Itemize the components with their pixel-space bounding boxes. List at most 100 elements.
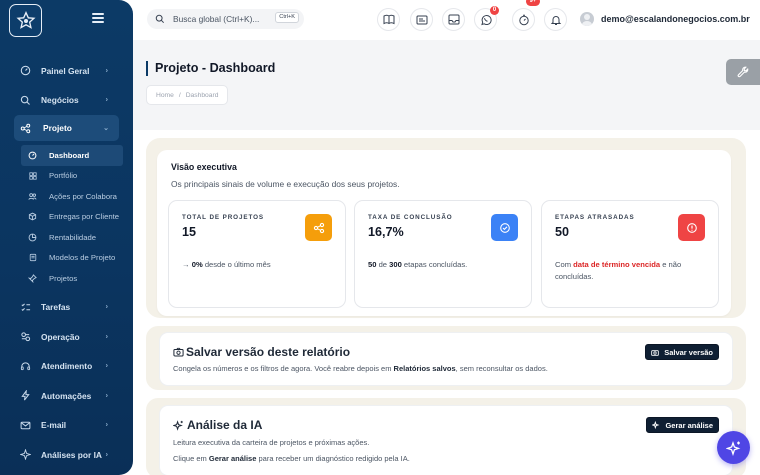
chevron-right-icon: ›	[105, 303, 108, 311]
whatsapp-badge: 0	[490, 6, 499, 15]
operation-icon	[20, 331, 31, 342]
sidebar-subitem-rentabilidade[interactable]: Rentabilidade	[21, 227, 123, 248]
kpi-note-bold: 300	[389, 260, 402, 269]
sidebar-subitem-dashboard[interactable]: Dashboard	[21, 145, 123, 166]
sidebar-item-painel-geral[interactable]: Painel Geral ›	[0, 56, 133, 86]
saved-reports-link[interactable]: Relatórios salvos	[394, 364, 456, 373]
sidebar-subitem-label: Portfólio	[49, 171, 78, 181]
sidebar-item-tarefas[interactable]: Tarefas ›	[0, 293, 133, 323]
kpi-note-text: desde o último mês	[202, 260, 271, 269]
search-shortcut-badge: Ctrl+K	[275, 12, 299, 23]
chevron-right-icon: ›	[105, 362, 108, 370]
sidebar-item-label: Projeto	[43, 123, 72, 133]
kpi-note-highlight: data de término vencida	[573, 260, 661, 269]
trend-arrow-icon: →	[182, 260, 192, 269]
chevron-right-icon: ›	[105, 392, 108, 400]
breadcrumb-home[interactable]: Home	[156, 92, 174, 99]
kpi-card-total-projetos: TOTAL DE PROJETOS 15 → 0% desde o último…	[168, 200, 346, 308]
sparkle-icon	[173, 419, 183, 431]
alert-icon	[678, 214, 705, 241]
logo[interactable]	[9, 4, 42, 37]
kpi-label: ETAPAS ATRASADAS	[555, 214, 635, 221]
sidebar-item-email[interactable]: E-mail ›	[0, 411, 133, 441]
sidebar-item-label: Painel Geral	[41, 65, 90, 76]
inbox-icon	[448, 14, 459, 25]
box-icon	[28, 212, 37, 221]
sidebar-item-operacao[interactable]: Operação ›	[0, 322, 133, 352]
user-menu[interactable]: demo@escalandonegocios.com.br	[580, 12, 750, 26]
desc-text: para receber um diagnóstico redigido pel…	[256, 454, 410, 463]
sidebar-item-automacoes[interactable]: Automações ›	[0, 381, 133, 411]
topbar: Busca global (Ctrl+K)... Ctrl+K 0 9+ dem…	[133, 0, 760, 40]
generate-analysis-button-label: Gerar análise	[665, 420, 713, 430]
sidebar-subitem-portfolio[interactable]: Portfólio	[21, 166, 123, 187]
kpi-note-text: etapas concluídas.	[401, 260, 468, 269]
executive-card: Visão executiva Os principais sinais de …	[157, 150, 731, 316]
global-search-input[interactable]: Busca global (Ctrl+K)... Ctrl+K	[147, 9, 304, 29]
sidebar-item-analises-ia[interactable]: Análises por IA ›	[0, 440, 133, 470]
sidebar-subitem-modelos[interactable]: Modelos de Projeto	[21, 248, 123, 269]
kpi-note-text: Com	[555, 260, 574, 269]
chevron-right-icon: ›	[105, 451, 108, 459]
sidebar-subitem-acoes[interactable]: Ações por Colabora	[21, 186, 123, 207]
sparkle-icon	[20, 449, 31, 461]
share-nodes-icon	[20, 123, 31, 134]
book-button[interactable]	[377, 8, 400, 31]
sidebar-nav-bottom: Tarefas › Operação › Atendimento › Autom…	[0, 293, 133, 470]
search-placeholder: Busca global (Ctrl+K)...	[173, 14, 260, 24]
save-version-button[interactable]: Salvar versão	[645, 344, 719, 360]
sidebar-item-label: Tarefas	[41, 302, 71, 313]
mail-icon	[20, 420, 31, 431]
ai-assistant-button[interactable]	[717, 431, 750, 464]
breadcrumb-current: Dashboard	[185, 91, 219, 99]
save-version-panel: Salvar versão deste relatório Congela os…	[160, 333, 732, 385]
user-email: demo@escalandonegocios.com.br	[601, 14, 750, 24]
share-nodes-icon	[305, 214, 332, 241]
users-icon	[28, 192, 37, 201]
sidebar-item-atendimento[interactable]: Atendimento ›	[0, 352, 133, 382]
camera-icon	[173, 347, 184, 357]
whatsapp-button[interactable]: 0	[474, 6, 499, 31]
sidebar-item-negocios[interactable]: Negócios ›	[0, 86, 133, 116]
pin-icon	[28, 273, 37, 283]
kpi-note: → 0% desde o último mês	[182, 259, 332, 271]
chevron-right-icon: ›	[105, 333, 108, 341]
timer-icon	[518, 14, 529, 25]
save-panel-description: Congela os números e os filtros de agora…	[173, 363, 548, 374]
timer-button[interactable]: 9+	[512, 0, 540, 31]
id-card-icon	[416, 15, 427, 24]
page-title: Projeto - Dashboard	[146, 61, 275, 76]
desc-text: Congela os números e os filtros de agora…	[173, 364, 394, 373]
section-title: Visão executiva	[171, 162, 237, 172]
kpi-note-text: de	[376, 260, 390, 269]
sidebar-subitem-label: Ações por Colabora	[49, 191, 117, 201]
tools-button[interactable]	[726, 59, 760, 85]
sidebar-subitem-label: Projetos	[49, 273, 78, 283]
search-icon	[155, 14, 165, 24]
ai-panel-title: Análise da IA	[173, 418, 262, 432]
kpi-note-bold: 0%	[191, 260, 203, 269]
sidebar-subitem-entregas[interactable]: Entregas por Cliente	[21, 207, 123, 228]
ai-panel-instruction: Clique em Gerar análise para receber um …	[173, 453, 410, 464]
sparkle-icon	[652, 421, 660, 429]
bolt-icon	[20, 390, 31, 401]
id-card-button[interactable]	[410, 8, 433, 31]
chevron-right-icon: ›	[105, 67, 108, 75]
notifications-button[interactable]	[544, 8, 567, 31]
book-icon	[383, 14, 394, 25]
generate-analysis-button[interactable]: Gerar análise	[646, 417, 719, 433]
desc-text: Clique em	[173, 454, 209, 463]
sidebar-subitem-projetos[interactable]: Projetos	[21, 268, 123, 289]
kpi-note: 50 de 300 etapas concluídas.	[368, 259, 518, 271]
inbox-button[interactable]	[442, 8, 465, 31]
notifications-badge: 9+	[526, 0, 540, 6]
menu-toggle-icon[interactable]	[92, 13, 104, 23]
headset-icon	[20, 361, 31, 372]
gauge-icon	[28, 151, 37, 160]
sidebar-subitem-label: Entregas por Cliente	[49, 212, 120, 222]
search-icon	[20, 95, 31, 106]
section-subtitle: Os principais sinais de volume e execuçã…	[171, 179, 400, 189]
sidebar-item-label: Atendimento	[41, 361, 93, 372]
sidebar-item-projeto[interactable]: Projeto ⌄	[14, 115, 119, 141]
camera-icon	[651, 349, 659, 356]
